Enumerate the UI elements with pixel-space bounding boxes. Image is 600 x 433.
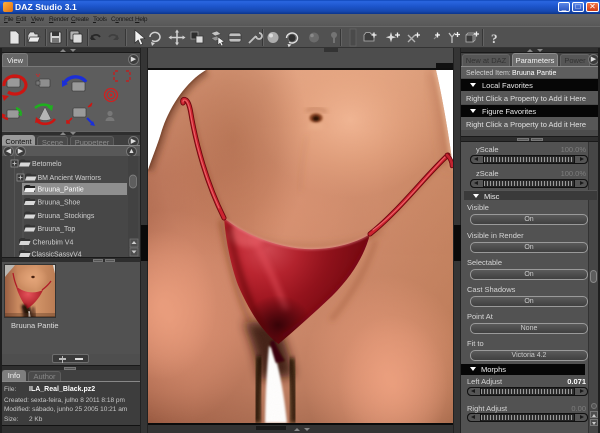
- svg-text:Bruuna_Shoe: Bruuna_Shoe: [38, 200, 81, 207]
- svg-text:Betomelo: Betomelo: [32, 161, 62, 168]
- svg-text:Cherubim V4: Cherubim V4: [33, 240, 74, 247]
- svg-text:?: ?: [491, 31, 498, 46]
- svg-text:BM Ancient Warriors: BM Ancient Warriors: [38, 175, 102, 182]
- svg-text:Bruuna_Top: Bruuna_Top: [38, 226, 76, 233]
- svg-text:Bruuna_Pantie: Bruuna_Pantie: [38, 187, 84, 194]
- svg-text:Bruuna_Stockings: Bruuna_Stockings: [38, 213, 95, 220]
